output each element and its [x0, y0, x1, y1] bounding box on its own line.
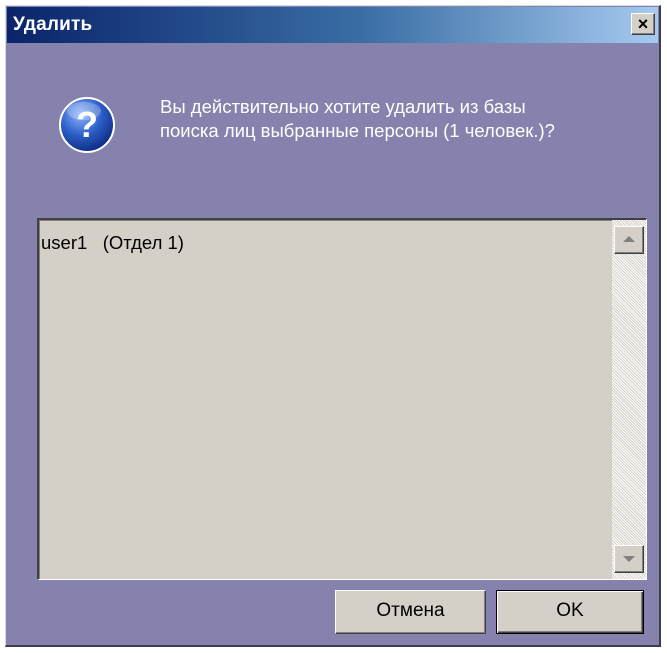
- arrow-down-icon: [623, 556, 635, 562]
- close-icon: ×: [637, 14, 649, 34]
- title-bar[interactable]: Удалить ×: [7, 7, 658, 43]
- question-mark: ?: [76, 104, 98, 145]
- confirmation-message: Вы действительно хотите удалить из базы …: [160, 95, 640, 143]
- window-title: Удалить: [13, 14, 93, 35]
- arrow-up-icon: [623, 236, 635, 242]
- vertical-scrollbar[interactable]: [612, 220, 646, 579]
- list-item[interactable]: user1 (Отдел 1): [41, 232, 184, 254]
- message-line-2: поиска лиц выбранные персоны (1 человек.…: [160, 120, 555, 141]
- ok-button[interactable]: OK: [496, 590, 644, 634]
- question-icon: ?: [59, 97, 115, 153]
- scroll-up-button[interactable]: [614, 226, 644, 254]
- close-button[interactable]: ×: [631, 13, 655, 35]
- delete-dialog: Удалить × ? Вы действительно хотите удал…: [5, 5, 661, 647]
- scroll-down-button[interactable]: [614, 545, 644, 573]
- message-line-1: Вы действительно хотите удалить из базы: [160, 96, 526, 117]
- persons-listbox[interactable]: user1 (Отдел 1): [37, 218, 647, 580]
- cancel-button[interactable]: Отмена: [335, 590, 486, 634]
